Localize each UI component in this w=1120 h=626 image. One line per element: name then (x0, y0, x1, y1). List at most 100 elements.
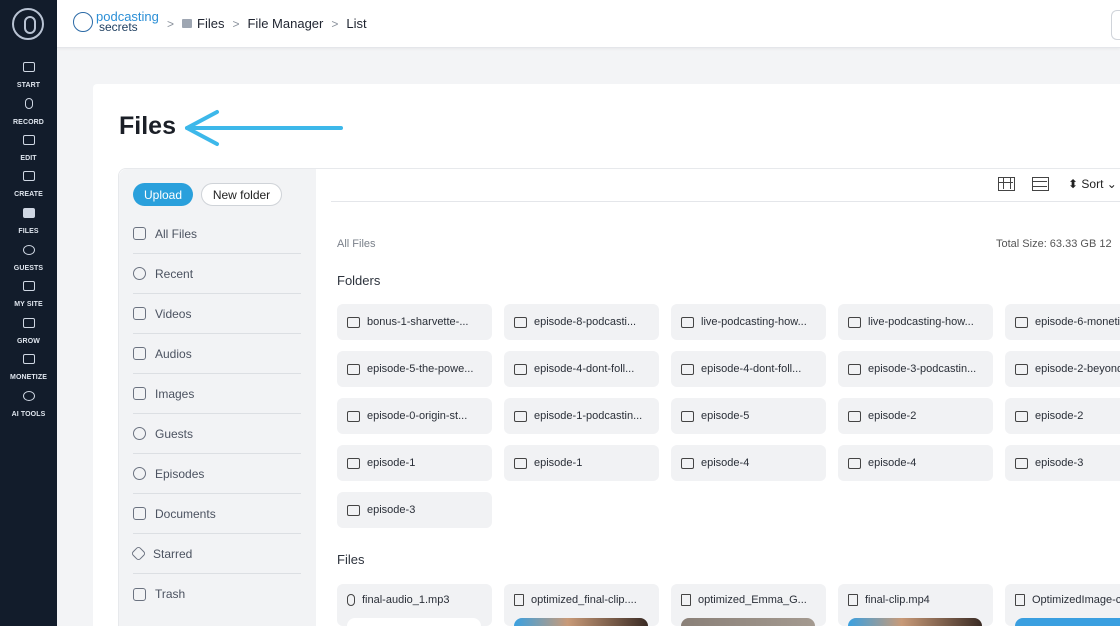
breadcrumb-files-label: Files (197, 16, 225, 31)
content-breadcrumb[interactable]: All Files (337, 238, 376, 250)
folder-icon (681, 316, 694, 328)
users-icon (133, 427, 146, 440)
total-size: Total Size: 63.33 GB 12 (996, 238, 1112, 250)
create-icon (22, 171, 35, 181)
folder-tile[interactable]: episode-5 (671, 398, 826, 434)
annotation-arrow-icon (185, 110, 343, 146)
sidebar-item-audios[interactable]: Audios (133, 334, 301, 374)
rail-item-start[interactable]: START (0, 62, 57, 92)
file-tile[interactable]: optimized_Emma_G... (671, 584, 826, 626)
rail-item-my-site[interactable]: MY SITE (0, 281, 57, 311)
folder-tile[interactable]: episode-3 (1005, 445, 1120, 481)
file-tile[interactable]: final-clip.mp4 (838, 584, 993, 626)
folder-icon (681, 410, 694, 422)
folder-icon (681, 457, 694, 469)
file-thumbnail (347, 618, 481, 626)
breadcrumb-separator: > (331, 16, 339, 31)
rail-item-record[interactable]: RECORD (0, 98, 57, 129)
folder-tile[interactable]: episode-0-origin-st... (337, 398, 492, 434)
folder-icon (848, 363, 861, 375)
file-tile[interactable]: OptimizedImage-c (1005, 584, 1120, 626)
sidebar-item-documents[interactable]: Documents (133, 494, 301, 534)
sidebar-item-videos[interactable]: Videos (133, 294, 301, 334)
rail-label: RECORD (13, 119, 44, 126)
sidebar-item-images[interactable]: Images (133, 374, 301, 414)
brand-logo[interactable]: podcasting secrets (73, 10, 163, 36)
rail-label: EDIT (20, 155, 37, 162)
sidebar-item-guests[interactable]: Guests (133, 414, 301, 454)
sidebar-item-label: Audios (155, 346, 192, 361)
folder-tile[interactable]: episode-2 (1005, 398, 1120, 434)
folder-name: live-podcasting-how... (701, 316, 807, 328)
sort-dropdown[interactable]: ⬍ Sort ⌄ (1068, 177, 1117, 191)
folder-tile[interactable]: bonus-1-sharvette-... (337, 304, 492, 340)
sidebar-item-recent[interactable]: Recent (133, 254, 301, 294)
sidebar-item-label: All Files (155, 226, 198, 241)
folder-icon (1015, 316, 1028, 328)
top-right-control[interactable] (1111, 10, 1120, 40)
breadcrumb-files[interactable]: Files (182, 16, 224, 31)
sidebar-item-label: Images (155, 386, 195, 401)
folder-tile[interactable]: live-podcasting-how... (838, 304, 993, 340)
file-thumbnail (514, 618, 648, 626)
folder-tile[interactable]: episode-3-podcastin... (838, 351, 993, 387)
folder-tile[interactable]: episode-2-beyond (1005, 351, 1120, 387)
folder-name: episode-6-moneti (1035, 316, 1120, 328)
folder-tile[interactable]: episode-2 (838, 398, 993, 434)
breadcrumb-file-manager[interactable]: File Manager (247, 16, 323, 31)
guests-icon (22, 245, 35, 255)
site-icon (22, 281, 35, 291)
file-tile[interactable]: final-audio_1.mp3 (337, 584, 492, 626)
star-icon (130, 545, 147, 562)
folder-tile[interactable]: episode-4-dont-foll... (504, 351, 659, 387)
rail-item-grow[interactable]: GROW (0, 318, 57, 348)
folder-icon (347, 410, 360, 422)
video-file-icon (681, 594, 691, 606)
list-view-icon[interactable] (1032, 177, 1049, 191)
folder-tile[interactable]: episode-5-the-powe... (337, 351, 492, 387)
folder-name: episode-8-podcasti... (534, 316, 637, 328)
rail-item-files[interactable]: FILES (0, 208, 57, 238)
folder-tile[interactable]: live-podcasting-how... (671, 304, 826, 340)
upload-button[interactable]: Upload (133, 183, 193, 206)
folder-name: episode-0-origin-st... (367, 410, 468, 422)
app-logo-icon[interactable] (12, 8, 44, 40)
file-tile[interactable]: optimized_final-clip.... (504, 584, 659, 626)
folder-tile[interactable]: episode-8-podcasti... (504, 304, 659, 340)
left-rail: START RECORD EDIT CREATE FILES GUESTS MY… (0, 0, 57, 626)
sidebar-item-all-files[interactable]: All Files (133, 214, 301, 254)
sidebar-item-starred[interactable]: Starred (130, 534, 301, 574)
sidebar-item-episodes[interactable]: Episodes (133, 454, 301, 494)
folder-tile[interactable]: episode-6-moneti (1005, 304, 1120, 340)
rail-item-monetize[interactable]: MONETIZE (0, 354, 57, 384)
rail-label: GUESTS (13, 265, 44, 272)
breadcrumb-list[interactable]: List (346, 16, 366, 31)
video-icon (133, 307, 146, 320)
folder-icon (514, 457, 527, 469)
folder-tile[interactable]: episode-4-dont-foll... (671, 351, 826, 387)
toolbar-divider (331, 201, 1120, 202)
folder-icon (347, 363, 360, 375)
folder-icon (848, 457, 861, 469)
microphone-icon (24, 98, 33, 109)
folder-tile[interactable]: episode-4 (671, 445, 826, 481)
rail-item-guests[interactable]: GUESTS (0, 245, 57, 275)
new-folder-button[interactable]: New folder (201, 183, 282, 206)
rail-item-ai-tools[interactable]: AI TOOLS (0, 391, 57, 421)
grid-view-icon[interactable] (998, 177, 1015, 191)
folder-name: episode-1-podcastin... (534, 410, 643, 422)
rail-item-create[interactable]: CREATE (0, 171, 57, 201)
folder-tile[interactable]: episode-3 (337, 492, 492, 528)
rail-label: MONETIZE (10, 374, 47, 381)
main-card: Files Upload New folder All Files Recent… (93, 84, 1120, 626)
folder-tile[interactable]: episode-4 (838, 445, 993, 481)
folder-name: episode-5-the-powe... (367, 363, 474, 375)
music-icon (133, 347, 146, 360)
folder-tile[interactable]: episode-1 (504, 445, 659, 481)
folder-tile[interactable]: episode-1 (337, 445, 492, 481)
rail-item-edit[interactable]: EDIT (0, 135, 57, 165)
folder-name: episode-2 (868, 410, 917, 422)
folder-tile[interactable]: episode-1-podcastin... (504, 398, 659, 434)
folder-name: bonus-1-sharvette-... (367, 316, 469, 328)
sidebar-item-trash[interactable]: Trash (133, 574, 301, 614)
